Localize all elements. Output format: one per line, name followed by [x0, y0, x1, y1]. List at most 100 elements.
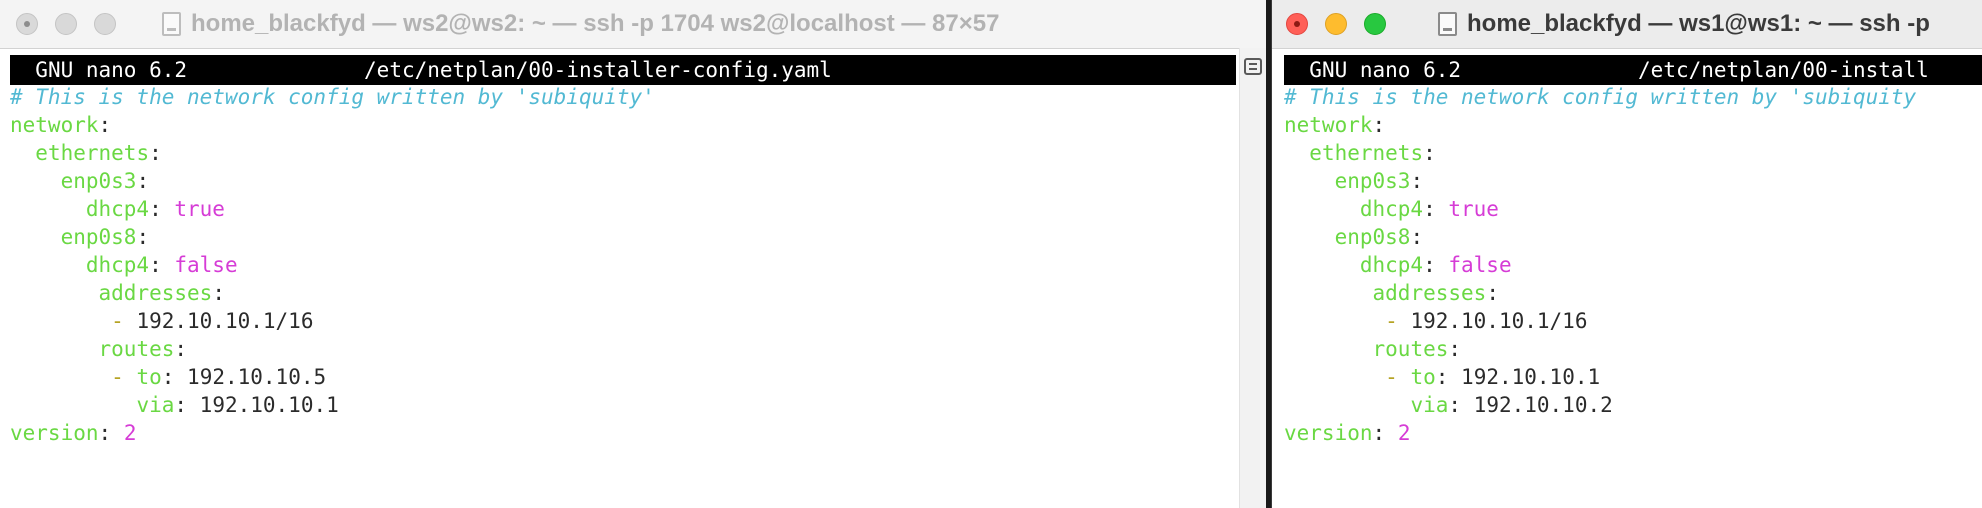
terminal-content[interactable]: GNU nano 6.2 /etc/netplan/00-installer-c… — [10, 55, 1236, 508]
scrollbar[interactable] — [1239, 48, 1266, 508]
code-token-punc: : — [1410, 225, 1424, 249]
minimize-button[interactable] — [1325, 13, 1347, 35]
code-token-num: 2 — [123, 421, 137, 445]
code-token-val: 192.10.10.1/16 — [1410, 309, 1588, 333]
nano-version-label: GNU nano 6.2 — [35, 58, 188, 82]
code-token-val: 192.10.10.1 — [199, 393, 339, 417]
nano-header-bar: GNU nano 6.2 /etc/netplan/00-installer-c… — [10, 55, 1236, 85]
code-token-punc: : — [1423, 197, 1449, 221]
code-token-key: dhcp4 — [1359, 253, 1424, 277]
code-token-key: routes — [98, 337, 175, 361]
document-icon — [1438, 12, 1457, 36]
code-token-key: dhcp4 — [1359, 197, 1424, 221]
scroll-menu-icon[interactable] — [1244, 58, 1262, 75]
code-line: via: 192.10.10.1 — [10, 391, 1236, 419]
code-token-val: 192.10.10.5 — [187, 365, 327, 389]
nano-version-label: GNU nano 6.2 — [1309, 58, 1462, 82]
code-token-punc: : — [1448, 337, 1462, 361]
code-token-punc: : — [1423, 253, 1449, 277]
code-lines[interactable]: # This is the network config written by … — [1284, 83, 1982, 447]
code-line: via: 192.10.10.2 — [1284, 391, 1982, 419]
code-token-dash: - — [111, 365, 137, 389]
code-token-punc: : — [1423, 141, 1436, 165]
code-line: dhcp4: true — [1284, 195, 1982, 223]
code-lines[interactable]: # This is the network config written by … — [10, 83, 1236, 447]
code-token-punc — [1284, 197, 1360, 221]
code-line: network: — [10, 111, 1236, 139]
code-token-dash: - — [1385, 365, 1411, 389]
code-token-punc: : — [1372, 113, 1386, 137]
code-token-punc — [1284, 141, 1309, 165]
code-line: ethernets: — [1284, 139, 1982, 167]
nano-header-bar: GNU nano 6.2 /etc/netplan/00-install — [1284, 55, 1982, 85]
code-line: ethernets: — [10, 139, 1236, 167]
code-token-punc — [10, 197, 86, 221]
code-token-key: enp0s8 — [60, 225, 137, 249]
title-bar[interactable]: home_blackfyd — ws1@ws1: ~ — ssh -p — [1272, 0, 1982, 49]
code-token-punc: : — [1435, 365, 1462, 389]
code-token-punc: : — [212, 281, 225, 305]
code-line: enp0s3: — [1284, 167, 1982, 195]
code-line: - to: 192.10.10.5 — [10, 363, 1236, 391]
code-line: version: 2 — [1284, 419, 1982, 447]
code-token-punc — [10, 141, 35, 165]
code-token-punc — [1284, 309, 1385, 333]
zoom-button[interactable] — [1364, 13, 1386, 35]
code-token-key: via — [1410, 393, 1449, 417]
title-bar[interactable]: home_blackfyd — ws2@ws2: ~ — ssh -p 1704… — [0, 0, 1266, 49]
code-line: enp0s8: — [10, 223, 1236, 251]
code-token-key: version — [1284, 421, 1373, 445]
code-token-punc — [1284, 281, 1373, 305]
code-token-punc — [1284, 393, 1410, 417]
code-token-key: version — [10, 421, 99, 445]
code-token-punc: : — [174, 337, 188, 361]
code-token-punc — [1284, 337, 1373, 361]
close-button[interactable] — [1286, 13, 1308, 35]
code-token-bool: true — [174, 197, 225, 221]
code-line: addresses: — [1284, 279, 1982, 307]
code-token-punc — [10, 225, 61, 249]
code-token-punc — [10, 281, 99, 305]
code-token-key: to — [1410, 365, 1436, 389]
nano-file-path: /etc/netplan/00-installer-config.yaml — [364, 58, 832, 82]
code-token-punc — [10, 393, 136, 417]
code-token-punc: : — [149, 197, 175, 221]
code-token-punc: : — [1372, 421, 1398, 445]
window-title-text: home_blackfyd — ws2@ws2: ~ — ssh -p 1704… — [191, 10, 1000, 37]
code-line: addresses: — [10, 279, 1236, 307]
terminal-window-ws1[interactable]: home_blackfyd — ws1@ws1: ~ — ssh -p GNU … — [1271, 0, 1982, 508]
code-token-punc: : — [136, 225, 150, 249]
code-token-val: 192.10.10.1/16 — [136, 309, 314, 333]
nano-file-path: /etc/netplan/00-install — [1638, 58, 1929, 82]
code-token-punc — [10, 337, 99, 361]
code-token-num: 2 — [1397, 421, 1411, 445]
code-token-key: enp0s3 — [60, 169, 137, 193]
code-token-key: ethernets — [1309, 141, 1424, 165]
code-token-key: addresses — [1372, 281, 1487, 305]
code-token-punc — [1284, 253, 1360, 277]
code-line: # This is the network config written by … — [1284, 83, 1982, 111]
terminal-window-ws2[interactable]: home_blackfyd — ws2@ws2: ~ — ssh -p 1704… — [0, 0, 1266, 508]
zoom-button[interactable] — [94, 13, 116, 35]
code-token-key: enp0s8 — [1334, 225, 1411, 249]
code-token-punc: : — [1486, 281, 1499, 305]
code-line: - 192.10.10.1/16 — [1284, 307, 1982, 335]
window-title: home_blackfyd — ws1@ws1: ~ — ssh -p — [1438, 8, 1930, 40]
code-token-key: addresses — [98, 281, 213, 305]
terminal-content[interactable]: GNU nano 6.2 /etc/netplan/00-install # T… — [1284, 55, 1982, 508]
document-icon — [162, 12, 181, 36]
code-line: network: — [1284, 111, 1982, 139]
code-token-punc: : — [149, 141, 162, 165]
code-line: - to: 192.10.10.1 — [1284, 363, 1982, 391]
close-button[interactable] — [16, 13, 38, 35]
minimize-button[interactable] — [55, 13, 77, 35]
window-title: home_blackfyd — ws2@ws2: ~ — ssh -p 1704… — [162, 8, 999, 40]
code-token-key: network — [10, 113, 99, 137]
code-token-bool: true — [1448, 197, 1499, 221]
code-token-punc — [10, 309, 111, 333]
code-token-key: ethernets — [35, 141, 150, 165]
code-token-val: 192.10.10.1 — [1461, 365, 1601, 389]
code-token-bool: false — [1448, 253, 1512, 277]
code-token-key: dhcp4 — [85, 253, 150, 277]
code-token-key: to — [136, 365, 162, 389]
